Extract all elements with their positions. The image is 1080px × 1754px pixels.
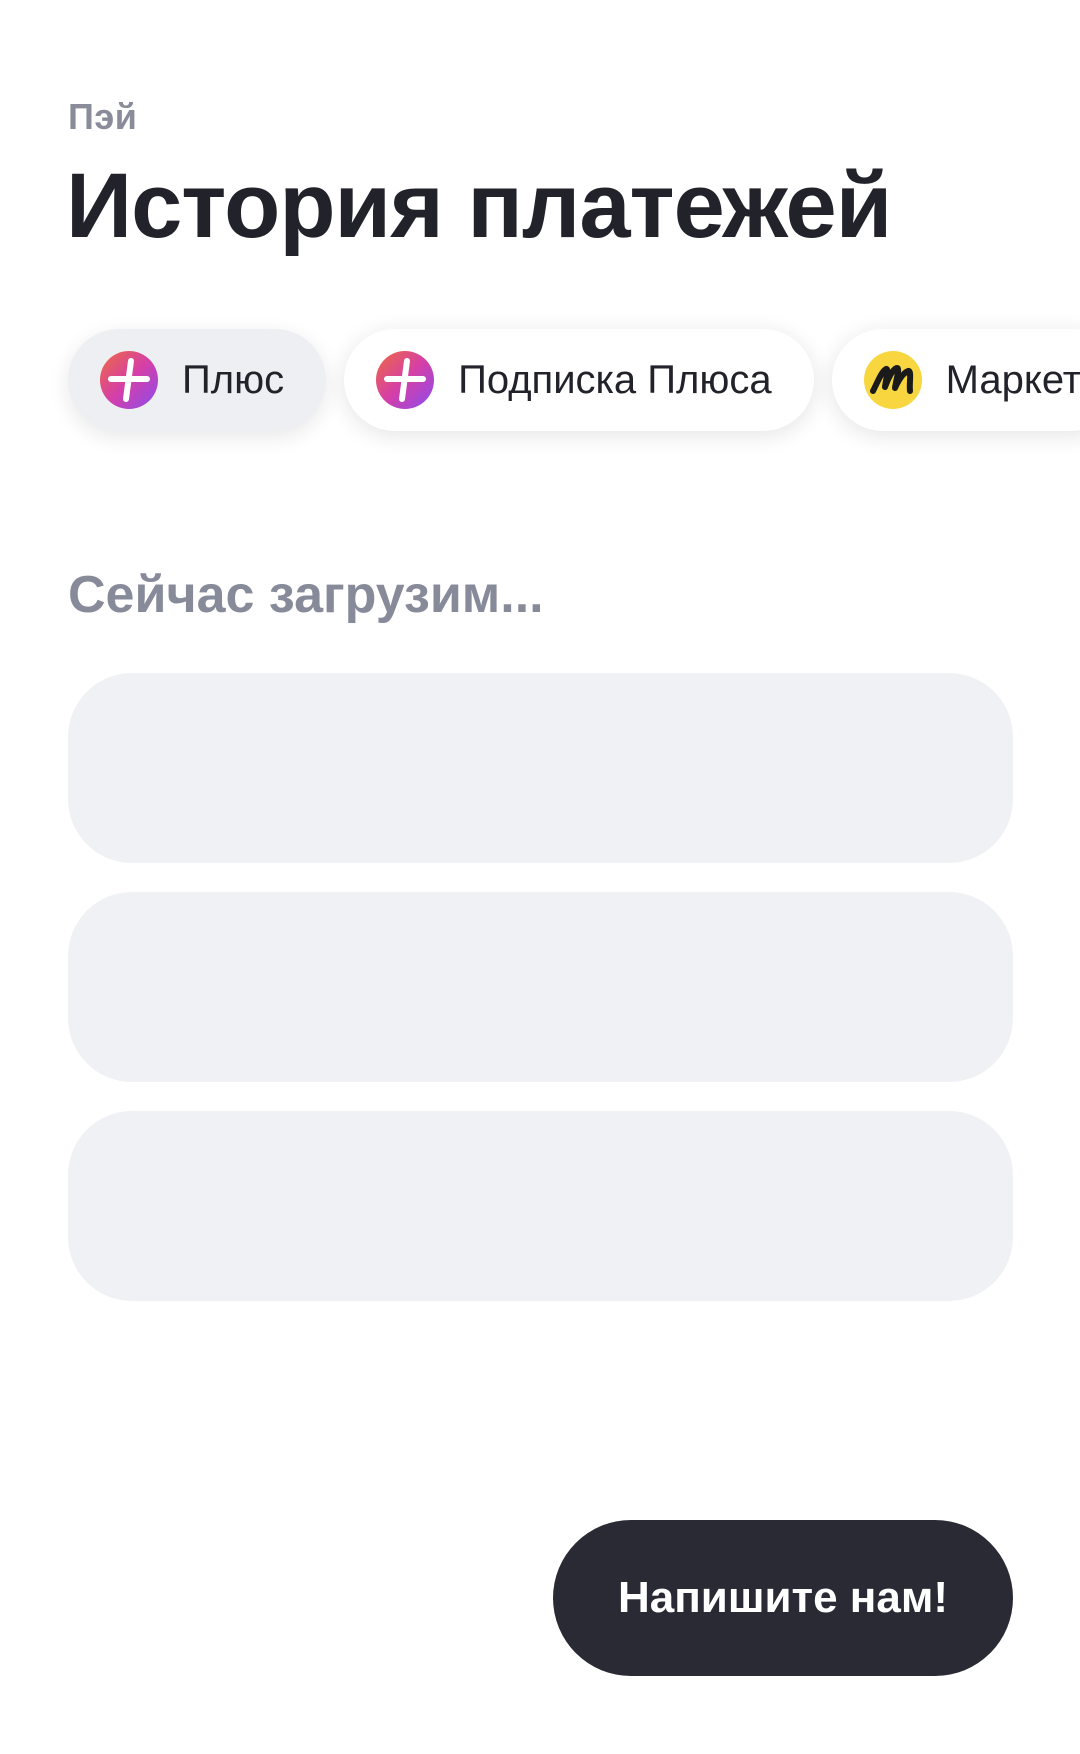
plus-icon [376,351,435,409]
loading-text: Сейчас загрузим... [68,566,544,624]
chip-plus-subscription[interactable]: Подписка Плюса [344,329,814,431]
payment-history-screen: Пэй История платежей Плюс Подписка Плюса… [0,0,1080,1754]
plus-icon [100,351,158,409]
market-icon [863,351,922,409]
filter-chips: Плюс Подписка Плюса Маркет [68,329,1080,431]
page-title: История платежей [66,155,892,257]
skeleton-card [68,673,1013,863]
skeleton-card [68,892,1013,1082]
page-eyebrow: Пэй [68,96,138,137]
chip-label: Плюс [182,357,285,402]
chip-market[interactable]: Маркет [831,329,1080,431]
chip-plus[interactable]: Плюс [68,329,327,431]
chip-label: Маркет [945,357,1080,402]
write-us-button[interactable]: Напишите нам! [553,1520,1013,1676]
chip-label: Подписка Плюса [458,357,772,402]
skeleton-card [68,1111,1013,1301]
